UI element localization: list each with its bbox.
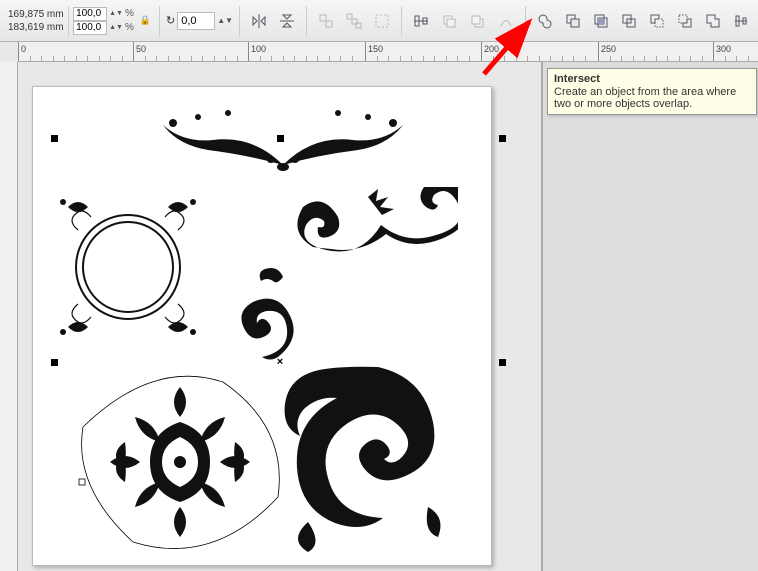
trim-icon[interactable] — [561, 8, 585, 34]
lock-ratio[interactable]: 🔒 — [138, 15, 153, 26]
selection-handle[interactable] — [499, 359, 506, 366]
horizontal-ruler: 050100150200250300 — [18, 42, 758, 62]
selection-handle[interactable] — [277, 135, 284, 142]
object-position: 169,875 mm 183,619 mm — [4, 6, 69, 36]
tooltip-title: Intersect — [554, 73, 750, 85]
ornament-swirl-wings[interactable] — [283, 187, 458, 302]
scale-unit: % — [125, 21, 134, 34]
ornament-vine[interactable] — [153, 105, 413, 180]
ornament-circle-frame[interactable] — [53, 192, 203, 342]
separator — [525, 6, 526, 36]
selection-center[interactable]: × — [277, 356, 283, 368]
canvas[interactable]: × — [18, 62, 758, 571]
ornament-small-curl[interactable] — [228, 262, 308, 362]
front-minus-back-icon[interactable] — [645, 8, 669, 34]
rotation-angle[interactable]: ↻ ▲▼ — [166, 12, 233, 30]
tooltip-body: Create an object from the area where two… — [554, 86, 750, 110]
align-distribute-icon[interactable] — [409, 8, 433, 34]
pos-y: 183,619 mm — [8, 21, 64, 34]
lock-icon: 🔒 — [140, 15, 151, 26]
ungroup-all-icon — [342, 8, 366, 34]
rotation-input[interactable] — [177, 12, 215, 30]
ungroup-icon — [314, 8, 338, 34]
ornament-flourish[interactable] — [278, 357, 448, 557]
spinner-arrows[interactable]: ▲▼ — [217, 17, 233, 24]
page-shadow-edge — [541, 62, 543, 571]
separator — [239, 6, 240, 36]
simplify-icon[interactable] — [617, 8, 641, 34]
scale-factor[interactable]: ▲▼ % ▲▼ % — [71, 7, 136, 35]
back-minus-front-icon[interactable] — [673, 8, 697, 34]
to-back-icon — [465, 8, 489, 34]
to-front-icon — [437, 8, 461, 34]
boundary-icon[interactable] — [701, 8, 725, 34]
separator — [306, 6, 307, 36]
mirror-horizontal-icon[interactable] — [247, 8, 271, 34]
separator — [401, 6, 402, 36]
intersect-icon[interactable] — [589, 8, 613, 34]
rotate-icon: ↻ — [166, 14, 175, 27]
spinner-arrows[interactable]: ▲▼ — [109, 11, 123, 17]
convert-curves-icon — [493, 8, 517, 34]
selection-handle[interactable] — [51, 135, 58, 142]
weld-icon[interactable] — [532, 8, 556, 34]
align-edges-icon[interactable] — [729, 8, 753, 34]
mirror-vertical-icon[interactable] — [275, 8, 299, 34]
spinner-arrows[interactable]: ▲▼ — [109, 25, 123, 31]
scale-unit: % — [125, 7, 134, 20]
scale-y-input[interactable] — [73, 21, 107, 35]
tooltip: Intersect Create an object from the area… — [547, 68, 757, 115]
pasteboard — [543, 62, 758, 571]
pos-x: 169,875 mm — [8, 8, 64, 21]
group-icon — [370, 8, 394, 34]
scale-x-input[interactable] — [73, 7, 107, 21]
separator — [159, 6, 160, 36]
selection-handle[interactable] — [51, 359, 58, 366]
page — [32, 86, 492, 566]
selection-handle[interactable] — [499, 135, 506, 142]
vertical-ruler — [0, 62, 18, 571]
ornament-damask[interactable] — [73, 367, 288, 557]
property-bar: 169,875 mm 183,619 mm ▲▼ % ▲▼ % 🔒 ↻ ▲▼ — [0, 0, 758, 42]
